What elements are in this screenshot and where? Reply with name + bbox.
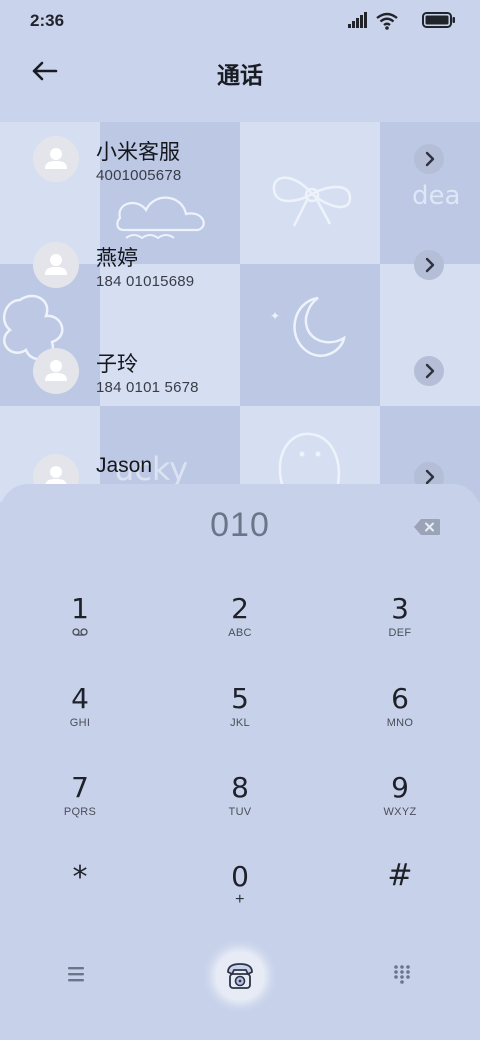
person-icon bbox=[45, 254, 67, 275]
chevron-right-icon bbox=[425, 363, 435, 379]
key-hash[interactable]: # bbox=[340, 856, 460, 926]
key-letters: JKL bbox=[230, 717, 250, 729]
contact-list: ✦ dea ucky 小米客服 4001005678 燕婷 184 010156… bbox=[0, 122, 480, 502]
dial-number-display: 010 bbox=[210, 506, 270, 544]
keypad-toggle-button[interactable] bbox=[392, 964, 412, 984]
battery-icon bbox=[422, 12, 456, 28]
key-digit: 9 bbox=[391, 771, 409, 804]
telephone-icon bbox=[227, 963, 253, 989]
key-5[interactable]: 5 JKL bbox=[180, 684, 300, 754]
contact-row[interactable]: 小米客服 4001005678 bbox=[0, 124, 480, 230]
key-digit: 8 bbox=[231, 771, 249, 804]
avatar bbox=[33, 348, 79, 394]
call-button[interactable] bbox=[216, 952, 264, 1000]
key-letters: DEF bbox=[388, 627, 412, 639]
menu-icon bbox=[68, 967, 84, 982]
status-time: 2:36 bbox=[30, 11, 65, 30]
header: 通话 bbox=[0, 42, 480, 122]
contact-name: Jason bbox=[96, 454, 153, 477]
contact-number: 4001005678 bbox=[96, 167, 182, 184]
voicemail-icon bbox=[72, 628, 88, 636]
key-digit: 5 bbox=[231, 682, 249, 715]
contact-detail-button[interactable] bbox=[414, 144, 444, 174]
backspace-button[interactable] bbox=[413, 518, 441, 536]
person-icon bbox=[45, 148, 67, 169]
key-1[interactable]: 1 bbox=[20, 594, 140, 664]
menu-button[interactable] bbox=[66, 964, 88, 984]
key-digit: 2 bbox=[231, 592, 249, 625]
signal-icon bbox=[348, 12, 368, 28]
key-star[interactable]: * bbox=[20, 858, 140, 928]
wifi-icon bbox=[376, 12, 398, 30]
chevron-right-icon bbox=[425, 151, 435, 167]
key-2[interactable]: 2 ABC bbox=[180, 594, 300, 664]
key-digit: 1 bbox=[71, 592, 89, 625]
key-letters: + bbox=[235, 891, 245, 908]
avatar bbox=[33, 242, 79, 288]
key-6[interactable]: 6 MNO bbox=[340, 684, 460, 754]
key-letters: PQRS bbox=[63, 806, 97, 818]
key-digit: 0 bbox=[231, 860, 249, 893]
key-letters: MNO bbox=[386, 717, 414, 729]
key-letters: WXYZ bbox=[383, 806, 417, 818]
contact-detail-button[interactable] bbox=[414, 250, 444, 280]
key-digit: 7 bbox=[71, 771, 89, 804]
key-8[interactable]: 8 TUV bbox=[180, 773, 300, 843]
key-4[interactable]: 4 GHI bbox=[20, 684, 140, 754]
contact-name: 小米客服 bbox=[96, 141, 180, 164]
contact-row[interactable]: 子玲 184 0101 5678 bbox=[0, 336, 480, 442]
key-digit: 6 bbox=[391, 682, 409, 715]
key-digit: * bbox=[72, 860, 88, 895]
status-bar: 2:36 bbox=[0, 0, 480, 42]
key-letters: GHI bbox=[69, 717, 91, 729]
contact-detail-button[interactable] bbox=[414, 356, 444, 386]
key-digit: 3 bbox=[391, 592, 409, 625]
backspace-icon bbox=[414, 519, 440, 535]
avatar bbox=[33, 136, 79, 182]
contact-number: 184 0101 5678 bbox=[96, 379, 199, 396]
contact-number: 184 01015689 bbox=[96, 273, 195, 290]
contact-name: 子玲 bbox=[96, 353, 138, 376]
key-9[interactable]: 9 WXYZ bbox=[340, 773, 460, 843]
contact-name: 燕婷 bbox=[96, 247, 138, 270]
key-letters: TUV bbox=[228, 806, 252, 818]
key-7[interactable]: 7 PQRS bbox=[20, 773, 140, 843]
chevron-right-icon bbox=[425, 257, 435, 273]
key-letters: ABC bbox=[228, 627, 252, 639]
key-3[interactable]: 3 DEF bbox=[340, 594, 460, 664]
key-0[interactable]: 0 + bbox=[180, 862, 300, 932]
person-icon bbox=[45, 360, 67, 381]
keypad-icon bbox=[394, 965, 410, 984]
page-title: 通话 bbox=[217, 62, 263, 88]
key-digit: # bbox=[387, 858, 413, 893]
bottom-bar bbox=[0, 940, 480, 1010]
key-digit: 4 bbox=[71, 682, 89, 715]
contact-row[interactable]: 燕婷 184 01015689 bbox=[0, 230, 480, 336]
